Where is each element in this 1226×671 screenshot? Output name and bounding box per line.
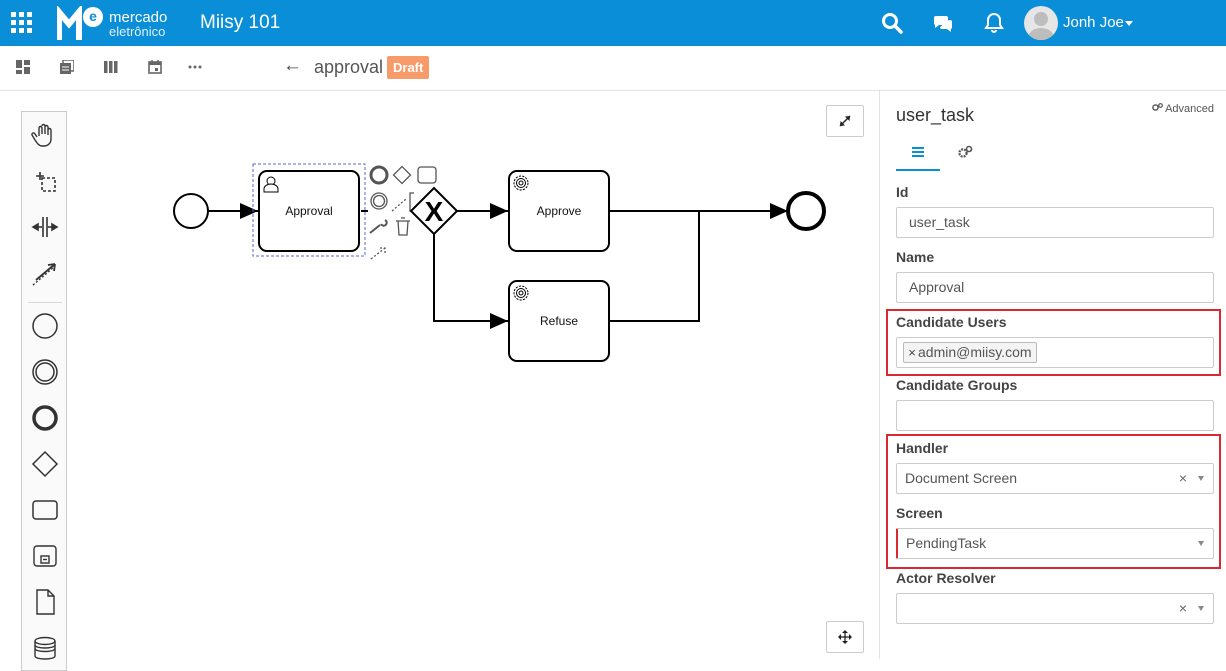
fullscreen-button[interactable]: [826, 105, 864, 137]
back-arrow-icon[interactable]: ←: [283, 55, 302, 77]
name-label: Name: [896, 249, 935, 265]
screen-select[interactable]: PendingTask: [896, 528, 1214, 559]
list-icon: [912, 147, 924, 157]
end-event-tool-icon[interactable]: [30, 403, 60, 433]
screen-value: PendingTask: [906, 535, 987, 551]
id-field[interactable]: user_task: [896, 207, 1214, 238]
sequence-flow: [609, 211, 700, 322]
task-label-approve: Approve: [536, 204, 582, 218]
candidate-groups-field[interactable]: [896, 400, 1214, 431]
sequence-flow: [433, 234, 508, 329]
screen-label: Screen: [896, 505, 943, 521]
intermediate-event-tool-icon[interactable]: [30, 357, 60, 387]
tab-general[interactable]: [896, 137, 940, 171]
columns-icon[interactable]: [104, 60, 118, 74]
gears-icon: [958, 145, 973, 158]
logo-text: mercado eletrônico: [109, 10, 167, 38]
apps-grid-icon[interactable]: [11, 12, 32, 33]
advanced-label: Advanced: [1165, 103, 1214, 115]
handler-value: Document Screen: [905, 470, 1018, 486]
handler-select[interactable]: Document Screen ×: [896, 463, 1214, 494]
data-object-tool-icon[interactable]: [30, 587, 60, 617]
hand-tool-icon[interactable]: [30, 120, 60, 150]
recenter-button[interactable]: [826, 621, 864, 653]
tool-palette: [21, 111, 67, 671]
user-tag-label: admin@miisy.com: [918, 344, 1032, 360]
context-end-event-icon: [369, 165, 389, 185]
gears-icon: [1151, 103, 1163, 111]
space-tool-icon[interactable]: [30, 212, 60, 242]
handler-label: Handler: [896, 440, 949, 456]
actor-resolver-select[interactable]: ×: [896, 593, 1214, 624]
connect-arrow-icon: [370, 247, 386, 260]
context-task-icon: [417, 166, 437, 184]
task-tool-icon[interactable]: [30, 495, 60, 525]
panel-title: user_task: [896, 105, 975, 125]
mercado-eletronico-logo: e: [56, 3, 103, 40]
candidate-users-field[interactable]: × admin@miisy.com: [896, 337, 1214, 368]
editor-toolbar: ← approval Draft: [0, 46, 1226, 91]
bell-icon[interactable]: [982, 11, 1006, 35]
advanced-link[interactable]: Advanced: [1151, 103, 1214, 115]
dropdown-arrow-icon[interactable]: [1198, 541, 1204, 546]
id-label: Id: [896, 184, 909, 200]
user-name[interactable]: Jonh Joe: [1063, 14, 1124, 31]
search-icon[interactable]: [880, 11, 904, 35]
task-label-refuse: Refuse: [539, 314, 579, 328]
svg-text:e: e: [89, 8, 97, 24]
chevron-down-icon[interactable]: [1125, 21, 1133, 26]
context-intermediate-event-inner: [372, 194, 386, 208]
status-badge: Draft: [387, 56, 430, 79]
global-connect-tool-icon[interactable]: [30, 258, 60, 288]
context-connect-icon: [391, 198, 407, 212]
actor-resolver-label: Actor Resolver: [896, 570, 996, 586]
candidate-users-label: Candidate Users: [896, 314, 1007, 330]
remove-tag-icon[interactable]: ×: [906, 343, 918, 362]
candidate-groups-label: Candidate Groups: [896, 377, 1018, 393]
exclusive-gateway: X: [409, 186, 459, 236]
top-navigation-bar: e mercado eletrônico Miisy 101 Jonh Joe: [0, 0, 1226, 46]
gear-icon: [513, 285, 529, 301]
task-label-approval: Approval: [285, 204, 333, 218]
user-avatar[interactable]: [1024, 6, 1058, 40]
dropdown-arrow-icon[interactable]: [1198, 606, 1204, 611]
start-event-tool-icon[interactable]: [30, 311, 60, 341]
app-title: Miisy 101: [200, 12, 281, 33]
properties-panel: user_task Advanced Id user_task Name App…: [879, 91, 1226, 659]
context-gateway-icon: [392, 165, 412, 185]
start-event: [173, 193, 209, 229]
end-event: [786, 191, 826, 231]
dropdown-arrow-icon[interactable]: [1198, 476, 1204, 481]
documents-icon[interactable]: [60, 59, 75, 74]
clear-icon[interactable]: ×: [1179, 594, 1187, 623]
lasso-tool-icon[interactable]: [30, 166, 60, 196]
wrench-icon: [369, 219, 388, 234]
logo-line-2: eletrônico: [109, 24, 166, 39]
chat-icon[interactable]: [931, 11, 955, 35]
process-title: approval: [314, 57, 384, 77]
svg-text:X: X: [425, 196, 444, 227]
name-field[interactable]: Approval: [896, 272, 1214, 303]
more-icon[interactable]: [188, 60, 202, 74]
user-tag: × admin@miisy.com: [903, 342, 1037, 363]
trash-icon: [396, 217, 410, 236]
logo-line-1: mercado: [109, 9, 168, 26]
clear-icon[interactable]: ×: [1179, 464, 1187, 493]
subprocess-tool-icon[interactable]: [30, 541, 60, 571]
tab-advanced-settings[interactable]: [943, 137, 987, 171]
bpmn-diagram: X: [173, 163, 826, 362]
calendar-icon[interactable]: [148, 60, 162, 74]
bpmn-canvas[interactable]: X Approval Approve Refuse: [0, 91, 879, 671]
gear-icon: [513, 175, 529, 191]
gateway-tool-icon[interactable]: [30, 449, 60, 479]
dashboard-icon[interactable]: [16, 60, 30, 74]
